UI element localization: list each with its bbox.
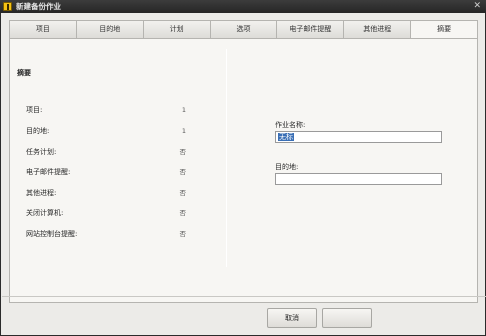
destination-label: 目的地:	[275, 163, 299, 171]
tab-email-alerts[interactable]: 电子邮件提醒	[276, 20, 344, 39]
title-bar: 新建备份作业 ✕	[0, 0, 486, 13]
destination-input[interactable]	[275, 173, 442, 185]
finish-button[interactable]	[322, 308, 372, 328]
summary-row-items: 项目: 1	[26, 105, 186, 115]
app-icon	[3, 2, 12, 11]
summary-label: 电子邮件提醒:	[26, 168, 71, 176]
close-button[interactable]: ✕	[473, 1, 481, 12]
summary-label: 关闭计算机:	[26, 209, 64, 217]
summary-row-schedule: 任务计划: 否	[26, 147, 186, 157]
summary-heading: 摘要	[17, 69, 31, 77]
cancel-button[interactable]: 取消	[267, 308, 317, 328]
job-name-label: 作业名称:	[275, 121, 306, 129]
summary-row-other-processes: 其他进程: 否	[26, 188, 186, 198]
summary-row-destination: 目的地: 1	[26, 126, 186, 136]
tab-items[interactable]: 项目	[9, 20, 76, 39]
window-title: 新建备份作业	[16, 2, 61, 11]
summary-value: 1	[181, 127, 186, 135]
summary-label: 目的地:	[26, 127, 50, 135]
tab-strip: 项目 目的地 计划 选项 电子邮件提醒 其他进程 摘要	[9, 20, 479, 40]
tab-schedule[interactable]: 计划	[142, 20, 210, 39]
job-name-input[interactable]: 无标	[275, 131, 442, 143]
job-name-value: 无标	[278, 133, 294, 141]
summary-value: 否	[179, 148, 187, 156]
vertical-divider	[226, 49, 227, 267]
summary-row-email-alerts: 电子邮件提醒: 否	[26, 167, 186, 177]
summary-label: 项目:	[26, 106, 43, 114]
summary-value: 否	[179, 230, 187, 238]
summary-label: 网站控制台提醒:	[26, 230, 78, 238]
summary-row-shutdown: 关闭计算机: 否	[26, 208, 186, 218]
summary-label: 其他进程:	[26, 189, 57, 197]
tab-destination[interactable]: 目的地	[75, 20, 143, 39]
footer-separator	[2, 296, 486, 297]
tab-other-processes[interactable]: 其他进程	[343, 20, 411, 39]
dialog-window: 项目 目的地 计划 选项 电子邮件提醒 其他进程 摘要 摘要 项目: 1 目的地…	[1, 13, 486, 335]
summary-label: 任务计划:	[26, 148, 57, 156]
tab-summary[interactable]: 摘要	[410, 20, 479, 40]
tab-options[interactable]: 选项	[209, 20, 277, 39]
summary-value: 否	[179, 189, 187, 197]
summary-value: 否	[179, 168, 187, 176]
summary-value: 否	[179, 209, 187, 217]
summary-value: 1	[181, 106, 186, 114]
summary-row-console-alerts: 网站控制台提醒: 否	[26, 229, 186, 239]
